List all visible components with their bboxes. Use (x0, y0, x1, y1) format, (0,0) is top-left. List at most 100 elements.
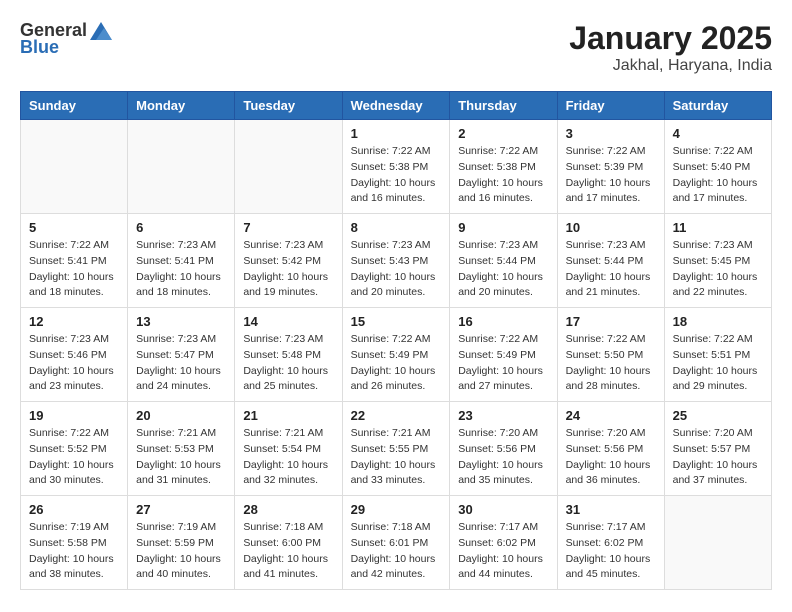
calendar-day-cell: 27Sunrise: 7:19 AMSunset: 5:59 PMDayligh… (128, 496, 235, 590)
day-info: Sunrise: 7:22 AMSunset: 5:52 PMDaylight:… (29, 426, 119, 489)
calendar-day-cell: 21 Sunrise: 7:21 AMSunset: 5:54 PMDayligh… (235, 402, 342, 496)
day-number: 2 (458, 126, 548, 141)
calendar-day-cell: 26 Sunrise: 7:19 AMSunset: 5:58 PMDayligh… (21, 496, 128, 590)
day-info: Sunrise: 7:22 AMSunset: 5:41 PMDaylight:… (29, 238, 119, 301)
day-number: 10 (566, 220, 656, 235)
day-number: 16 (458, 314, 548, 329)
calendar-subtitle: Jakhal, Haryana, India (569, 57, 772, 75)
day-info: Sunrise: 7:22 AMSunset: 5:39 PMDaylight:… (566, 144, 656, 207)
day-info: Sunrise: 7:23 AMSunset: 5:46 PMDaylight:… (29, 332, 119, 395)
day-number: 8 (351, 220, 442, 235)
calendar-table: SundayMondayTuesdayWednesdayThursdayFrid… (20, 91, 772, 590)
day-number: 31 (566, 502, 656, 517)
day-number: 5 (29, 220, 119, 235)
day-number: 11 (673, 220, 763, 235)
day-number: 25 (673, 408, 763, 423)
calendar-week-row: 5 Sunrise: 7:22 AMSunset: 5:41 PMDaylight… (21, 214, 772, 308)
day-number: 6 (136, 220, 226, 235)
day-info: Sunrise: 7:17 AMSunset: 6:02 PMDaylight:… (566, 520, 656, 583)
calendar-day-cell: 5 Sunrise: 7:22 AMSunset: 5:41 PMDaylight… (21, 214, 128, 308)
calendar-day-cell: 15Sunrise: 7:22 AMSunset: 5:49 PMDayligh… (342, 308, 450, 402)
calendar-day-cell: 1 Sunrise: 7:22 AMSunset: 5:38 PMDaylight… (342, 120, 450, 214)
calendar-day-cell: 30 Sunrise: 7:17 AMSunset: 6:02 PMDayligh… (450, 496, 557, 590)
page-header: General Blue January 2025 Jakhal, Haryan… (20, 20, 772, 75)
calendar-week-row: 1 Sunrise: 7:22 AMSunset: 5:38 PMDaylight… (21, 120, 772, 214)
day-info: Sunrise: 7:23 AMSunset: 5:44 PMDaylight:… (566, 238, 656, 301)
calendar-day-cell: 12 Sunrise: 7:23 AMSunset: 5:46 PMDayligh… (21, 308, 128, 402)
calendar-day-cell: 31 Sunrise: 7:17 AMSunset: 6:02 PMDayligh… (557, 496, 664, 590)
calendar-week-row: 12 Sunrise: 7:23 AMSunset: 5:46 PMDayligh… (21, 308, 772, 402)
day-info: Sunrise: 7:23 AMSunset: 5:44 PMDaylight:… (458, 238, 548, 301)
calendar-day-cell: 20 Sunrise: 7:21 AMSunset: 5:53 PMDayligh… (128, 402, 235, 496)
day-number: 15 (351, 314, 442, 329)
day-info: Sunrise: 7:18 AMSunset: 6:01 PMDaylight:… (351, 520, 442, 583)
day-info: Sunrise: 7:22 AMSunset: 5:50 PMDaylight:… (566, 332, 656, 395)
day-number: 3 (566, 126, 656, 141)
calendar-day-cell: 13Sunrise: 7:23 AMSunset: 5:47 PMDayligh… (128, 308, 235, 402)
calendar-week-row: 19 Sunrise: 7:22 AMSunset: 5:52 PMDayligh… (21, 402, 772, 496)
calendar-day-cell: 14 Sunrise: 7:23 AMSunset: 5:48 PMDayligh… (235, 308, 342, 402)
day-of-week-header: Thursday (450, 92, 557, 120)
title-block: January 2025 Jakhal, Haryana, India (569, 20, 772, 75)
calendar-day-cell: 11 Sunrise: 7:23 AMSunset: 5:45 PMDayligh… (664, 214, 771, 308)
day-of-week-header: Friday (557, 92, 664, 120)
day-info: Sunrise: 7:23 AMSunset: 5:48 PMDaylight:… (243, 332, 333, 395)
calendar-day-cell: 6Sunrise: 7:23 AMSunset: 5:41 PMDaylight… (128, 214, 235, 308)
calendar-day-cell: 8 Sunrise: 7:23 AMSunset: 5:43 PMDaylight… (342, 214, 450, 308)
calendar-day-cell (21, 120, 128, 214)
day-info: Sunrise: 7:22 AMSunset: 5:51 PMDaylight:… (673, 332, 763, 395)
day-number: 23 (458, 408, 548, 423)
day-of-week-header: Monday (128, 92, 235, 120)
day-number: 21 (243, 408, 333, 423)
day-number: 17 (566, 314, 656, 329)
day-info: Sunrise: 7:21 AMSunset: 5:54 PMDaylight:… (243, 426, 333, 489)
calendar-day-cell: 23 Sunrise: 7:20 AMSunset: 5:56 PMDayligh… (450, 402, 557, 496)
day-number: 28 (243, 502, 333, 517)
calendar-day-cell: 7Sunrise: 7:23 AMSunset: 5:42 PMDaylight… (235, 214, 342, 308)
logo: General Blue (20, 20, 112, 58)
day-info: Sunrise: 7:20 AMSunset: 5:56 PMDaylight:… (566, 426, 656, 489)
calendar-day-cell (235, 120, 342, 214)
day-info: Sunrise: 7:19 AMSunset: 5:58 PMDaylight:… (29, 520, 119, 583)
day-number: 30 (458, 502, 548, 517)
day-info: Sunrise: 7:20 AMSunset: 5:56 PMDaylight:… (458, 426, 548, 489)
day-info: Sunrise: 7:17 AMSunset: 6:02 PMDaylight:… (458, 520, 548, 583)
day-number: 26 (29, 502, 119, 517)
day-of-week-header: Wednesday (342, 92, 450, 120)
calendar-day-cell: 18 Sunrise: 7:22 AMSunset: 5:51 PMDayligh… (664, 308, 771, 402)
calendar-day-cell: 25Sunrise: 7:20 AMSunset: 5:57 PMDayligh… (664, 402, 771, 496)
day-info: Sunrise: 7:22 AMSunset: 5:40 PMDaylight:… (673, 144, 763, 207)
day-of-week-header: Sunday (21, 92, 128, 120)
day-number: 22 (351, 408, 442, 423)
calendar-week-row: 26 Sunrise: 7:19 AMSunset: 5:58 PMDayligh… (21, 496, 772, 590)
day-info: Sunrise: 7:22 AMSunset: 5:49 PMDaylight:… (458, 332, 548, 395)
day-info: Sunrise: 7:21 AMSunset: 5:55 PMDaylight:… (351, 426, 442, 489)
day-number: 20 (136, 408, 226, 423)
logo-icon (90, 22, 112, 40)
calendar-day-cell: 9Sunrise: 7:23 AMSunset: 5:44 PMDaylight… (450, 214, 557, 308)
day-number: 19 (29, 408, 119, 423)
day-info: Sunrise: 7:21 AMSunset: 5:53 PMDaylight:… (136, 426, 226, 489)
day-number: 14 (243, 314, 333, 329)
calendar-day-cell: 22 Sunrise: 7:21 AMSunset: 5:55 PMDayligh… (342, 402, 450, 496)
day-info: Sunrise: 7:19 AMSunset: 5:59 PMDaylight:… (136, 520, 226, 583)
day-info: Sunrise: 7:23 AMSunset: 5:45 PMDaylight:… (673, 238, 763, 301)
day-number: 29 (351, 502, 442, 517)
day-info: Sunrise: 7:18 AMSunset: 6:00 PMDaylight:… (243, 520, 333, 583)
calendar-day-cell: 4 Sunrise: 7:22 AMSunset: 5:40 PMDaylight… (664, 120, 771, 214)
day-number: 12 (29, 314, 119, 329)
day-number: 4 (673, 126, 763, 141)
calendar-day-cell: 2Sunrise: 7:22 AMSunset: 5:38 PMDaylight… (450, 120, 557, 214)
day-info: Sunrise: 7:23 AMSunset: 5:47 PMDaylight:… (136, 332, 226, 395)
calendar-day-cell (128, 120, 235, 214)
calendar-day-cell (664, 496, 771, 590)
calendar-header-row: SundayMondayTuesdayWednesdayThursdayFrid… (21, 92, 772, 120)
calendar-day-cell: 16 Sunrise: 7:22 AMSunset: 5:49 PMDayligh… (450, 308, 557, 402)
day-info: Sunrise: 7:22 AMSunset: 5:38 PMDaylight:… (351, 144, 442, 207)
calendar-day-cell: 28 Sunrise: 7:18 AMSunset: 6:00 PMDayligh… (235, 496, 342, 590)
day-info: Sunrise: 7:23 AMSunset: 5:43 PMDaylight:… (351, 238, 442, 301)
day-number: 18 (673, 314, 763, 329)
day-number: 1 (351, 126, 442, 141)
calendar-day-cell: 3 Sunrise: 7:22 AMSunset: 5:39 PMDaylight… (557, 120, 664, 214)
day-of-week-header: Tuesday (235, 92, 342, 120)
